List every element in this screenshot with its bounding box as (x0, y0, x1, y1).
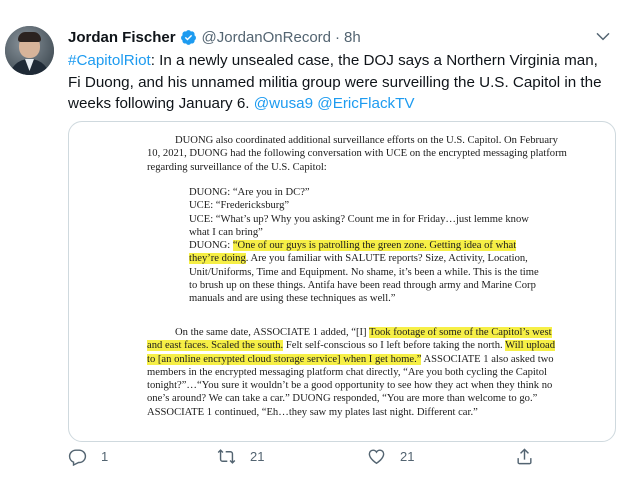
doc-line: what I can bring” (189, 226, 263, 238)
doc-line: and east faces. Scaled the south. Felt s… (147, 339, 599, 352)
doc-paragraph-1: DUONG also coordinated additional survei… (147, 134, 599, 174)
doc-line: 10, 2021, DUONG had the following conver… (147, 148, 567, 160)
reply-count: 1 (101, 449, 109, 464)
avatar-hair (18, 32, 41, 42)
doc-text: Felt self-conscious so I left before tak… (283, 340, 506, 352)
chevron-down-icon[interactable] (594, 27, 612, 45)
mention-link-wusa9[interactable]: @wusa9 (254, 95, 313, 112)
reply-icon (68, 449, 87, 466)
highlighted-text: Took footage of some of the Capitol’s we… (368, 327, 552, 338)
doc-dialog: DUONG: “Are you in DC?” UCE: “Fredericks… (189, 186, 599, 306)
doc-paragraph-2: On the same date, ASSOCIATE 1 added, “[I… (147, 326, 599, 419)
doc-text: On the same date, ASSOCIATE 1 added, “[I… (175, 327, 369, 338)
share-icon (517, 448, 532, 465)
retweet-icon (217, 449, 236, 464)
doc-text: DUONG: (189, 240, 233, 252)
retweet-button[interactable]: 21 (217, 447, 264, 466)
doc-line: manuals and are using these techniques a… (189, 293, 396, 305)
tweet-timestamp[interactable]: 8h (344, 29, 361, 46)
highlighted-text: “One of our guys is patrolling the green… (232, 240, 517, 252)
header-separator: · (335, 28, 341, 46)
reply-button[interactable]: 1 (68, 447, 108, 466)
author-name[interactable]: Jordan Fischer (68, 29, 176, 46)
verified-badge-icon (180, 29, 196, 45)
doc-line: On the same date, ASSOCIATE 1 added, “[I… (147, 326, 599, 339)
doc-line: members in the encrypted messaging platf… (147, 366, 547, 378)
doc-line: regarding surveillance of the U.S. Capit… (147, 161, 327, 173)
document-page: DUONG also coordinated additional survei… (69, 122, 615, 441)
mention-link-ericflacktv[interactable]: @EricFlackTV (317, 95, 414, 112)
highlighted-text: and east faces. Scaled the south. (147, 340, 284, 352)
like-button[interactable]: 21 (367, 447, 414, 466)
avatar[interactable] (5, 26, 54, 75)
highlighted-text: Will upload (505, 340, 556, 352)
document-image[interactable]: DUONG also coordinated additional survei… (68, 121, 616, 442)
doc-line: to brush up on these things. Antifa have… (189, 280, 536, 292)
tweet-header: Jordan Fischer @JordanOnRecord · 8h (68, 27, 361, 47)
doc-line: DUONG also coordinated additional survei… (175, 135, 558, 146)
retweet-count: 21 (250, 449, 265, 464)
doc-line: one’s around? We can take a car.” DUONG … (147, 393, 538, 405)
doc-line: UCE: “Fredericksburg” (189, 200, 290, 212)
doc-line: tonight?”…“You sure it wouldn’t be a goo… (147, 380, 553, 392)
highlighted-text: they’re doing (189, 253, 246, 265)
tweet-text: #CapitolRiot: In a newly unsealed case, … (68, 50, 614, 115)
hashtag-link[interactable]: #CapitolRiot (68, 52, 151, 69)
doc-line: DUONG: “One of our guys is patrolling th… (189, 239, 599, 252)
doc-line: DUONG: “Are you in DC?” (189, 187, 310, 198)
like-count: 21 (400, 449, 415, 464)
doc-line: Unit/Uniforms, Time and Equipment. No sh… (189, 266, 539, 278)
tweet: Jordan Fischer @JordanOnRecord · 8h #Cap… (0, 0, 626, 489)
doc-text: . Are you familiar with SALUTE reports? … (245, 253, 528, 265)
doc-line: ASSOCIATE 1 continued, “Eh…they saw my p… (147, 406, 478, 418)
doc-text: ASSOCIATE 1 also asked two (421, 353, 554, 365)
doc-line: to [an online encrypted cloud storage se… (147, 353, 599, 366)
doc-line: they’re doing. Are you familiar with SAL… (189, 252, 599, 265)
share-button[interactable] (515, 447, 534, 466)
tweet-actions: 1 21 21 (0, 447, 626, 477)
like-icon (368, 449, 385, 465)
highlighted-text: to [an online encrypted cloud storage se… (147, 353, 422, 365)
author-handle[interactable]: @JordanOnRecord (202, 29, 331, 46)
doc-line: UCE: “What’s up? Why you asking? Count m… (189, 213, 529, 225)
